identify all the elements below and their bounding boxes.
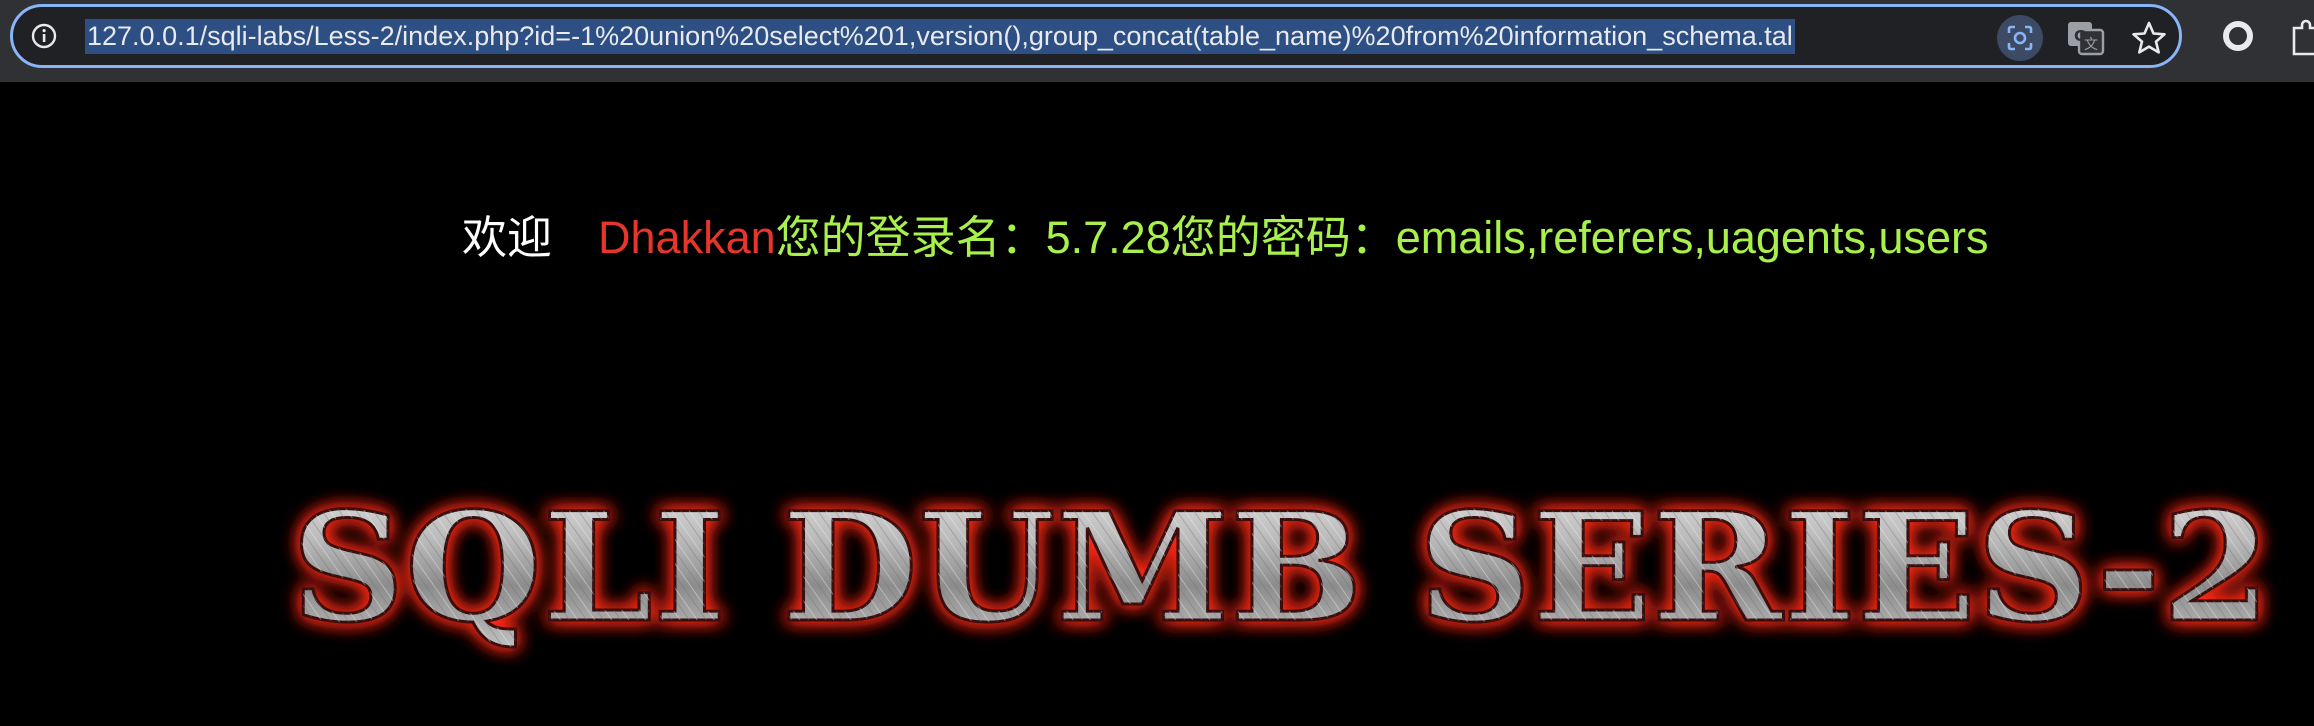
extension-circle-icon[interactable] <box>2220 18 2256 54</box>
welcome-label: 欢迎 <box>462 212 553 263</box>
extensions-puzzle-icon[interactable] <box>2290 18 2314 58</box>
browser-toolbar: 127.0.0.1/sqli-labs/Less-2/index.php?id=… <box>0 0 2314 82</box>
url-text[interactable]: 127.0.0.1/sqli-labs/Less-2/index.php?id=… <box>85 19 1795 54</box>
bookmark-star-icon[interactable] <box>2130 19 2168 57</box>
page-content: 欢迎 Dhakkan您的登录名：5.7.28您的密码：emails,referer… <box>0 82 2314 726</box>
login-result-text: 您的登录名：5.7.28您的密码：emails,referers,uagents… <box>775 212 1989 263</box>
translate-icon[interactable]: G 文 <box>2065 17 2107 59</box>
google-lens-icon <box>2007 25 2033 51</box>
user-name: Dhakkan <box>598 212 776 263</box>
google-lens-button[interactable] <box>1997 15 2043 61</box>
welcome-line: 欢迎 Dhakkan您的登录名：5.7.28您的密码：emails,referer… <box>462 208 1989 268</box>
svg-text:文: 文 <box>2084 37 2098 53</box>
info-icon[interactable] <box>31 23 57 49</box>
sqli-dumb-series-title-image: SQLI DUMB SERIES-2 SQLI DUMB SERIES-2 <box>290 479 2273 658</box>
address-bar[interactable]: 127.0.0.1/sqli-labs/Less-2/index.php?id=… <box>10 4 2182 68</box>
title-banner-texture: SQLI DUMB SERIES-2 <box>291 480 2271 656</box>
